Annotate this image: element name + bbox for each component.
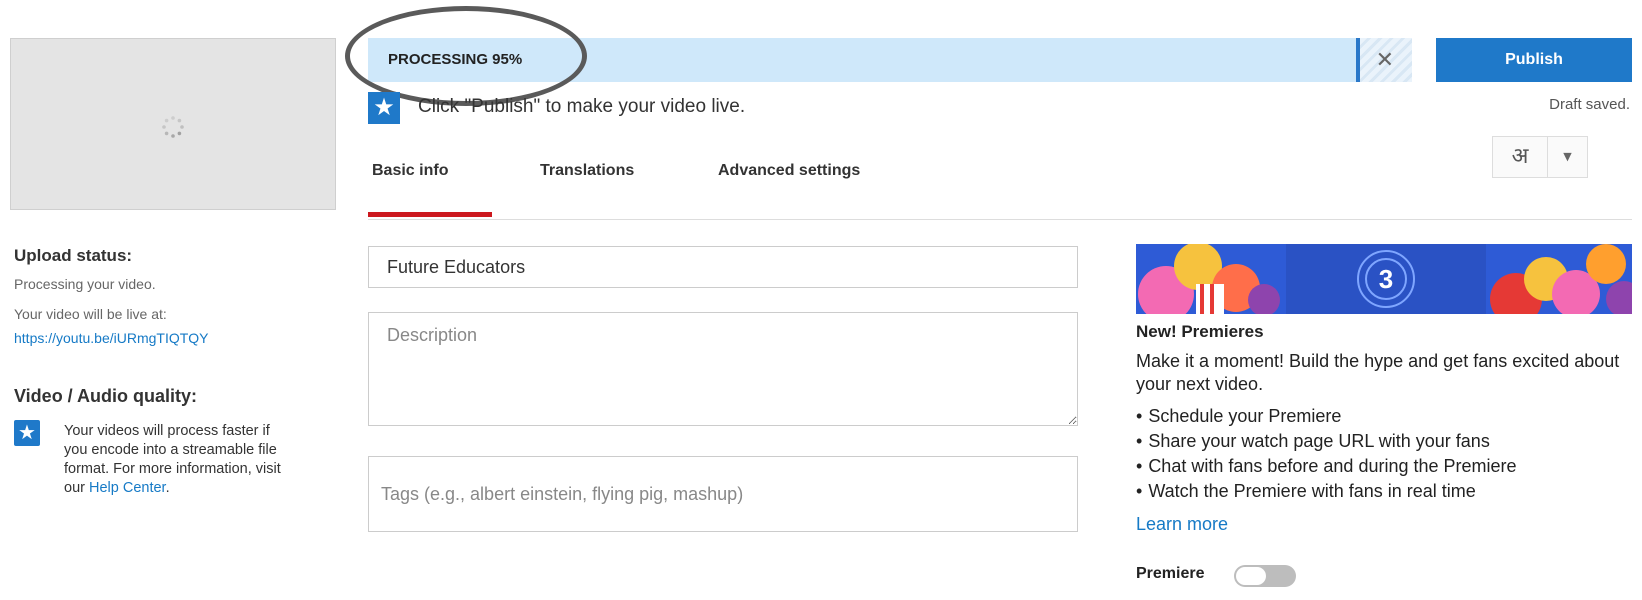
list-item: Watch the Premiere with fans in real tim…	[1136, 479, 1517, 504]
tab-bar: Basic info Translations Advanced setting…	[368, 154, 1632, 220]
star-icon: ★	[14, 420, 40, 446]
toggle-knob	[1236, 567, 1266, 585]
video-thumbnail	[10, 38, 336, 210]
list-item: Schedule your Premiere	[1136, 404, 1517, 429]
list-item: Chat with fans before and during the Pre…	[1136, 454, 1516, 479]
live-at-label: Your video will be live at:	[14, 306, 167, 322]
premieres-description: Make it a moment! Build the hype and get…	[1136, 351, 1620, 394]
premiere-toggle[interactable]	[1234, 565, 1296, 587]
title-input[interactable]	[368, 246, 1078, 288]
star-icon: ★	[368, 92, 400, 124]
quality-info: Your videos will process faster if you e…	[64, 422, 294, 498]
list-item: Share your watch page URL with your fans	[1136, 429, 1517, 454]
upload-status-text: Processing your video.	[14, 276, 156, 292]
loading-spinner-icon	[162, 116, 184, 138]
premieres-banner: 3	[1136, 244, 1632, 314]
close-icon[interactable]: ✕	[1376, 47, 1394, 73]
publish-button[interactable]: Publish	[1436, 38, 1632, 82]
quality-title: Video / Audio quality:	[14, 386, 198, 406]
draft-status: Draft saved.	[1549, 96, 1630, 113]
upload-status-title: Upload status:	[14, 246, 133, 265]
premieres-feature-list: Schedule your Premiere Share your watch …	[1136, 404, 1517, 504]
help-center-link[interactable]: Help Center	[89, 480, 166, 496]
premieres-banner-illustration: 3	[1136, 244, 1632, 314]
tab-advanced-settings[interactable]: Advanced settings	[718, 162, 860, 180]
active-tab-indicator	[368, 212, 492, 217]
publish-hint: Click "Publish" to make your video live.	[418, 96, 746, 117]
banner-number: 3	[1379, 264, 1393, 294]
tab-translations[interactable]: Translations	[540, 162, 634, 180]
video-url-link[interactable]: https://youtu.be/iURmgTIQTQY	[14, 330, 209, 346]
annotation-circle	[345, 6, 587, 106]
premiere-toggle-label: Premiere	[1136, 565, 1205, 582]
description-input[interactable]	[368, 312, 1078, 426]
tab-basic-info[interactable]: Basic info	[372, 162, 448, 180]
help-suffix: .	[165, 480, 170, 496]
premieres-title: New! Premieres	[1136, 322, 1264, 341]
learn-more-link[interactable]: Learn more	[1136, 514, 1228, 535]
tags-input[interactable]	[368, 456, 1078, 532]
